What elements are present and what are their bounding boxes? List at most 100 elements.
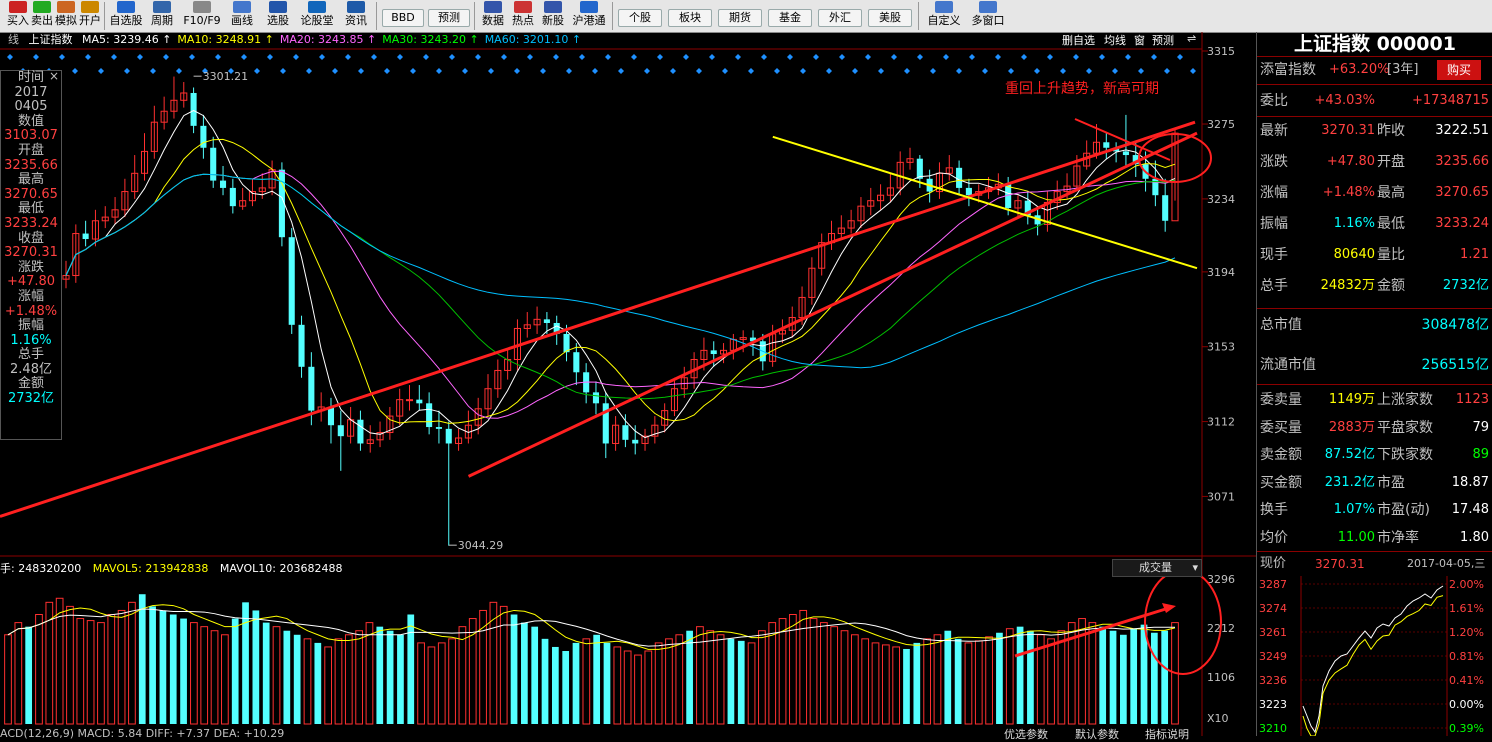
volume-bar <box>324 646 333 725</box>
volume-bar <box>407 614 415 724</box>
marker-diamond <box>891 54 897 60</box>
marker-diamond <box>1060 68 1066 74</box>
candle-body <box>1122 151 1129 156</box>
stat-row: 买金额 231.2亿 市盈 18.87 <box>1257 469 1492 497</box>
market-cap-label: 总市值 <box>1260 317 1302 333</box>
intraday-pct-label: 2.00% <box>1449 578 1484 591</box>
side-info-21: 金额 <box>17 376 44 392</box>
candle-body <box>82 233 89 240</box>
volume-bar <box>582 638 591 725</box>
quote-row: 总手 24832万 金额 2732亿 <box>1257 272 1492 300</box>
marker-diamond <box>371 54 377 60</box>
volume-bar <box>665 638 673 725</box>
buy-button[interactable]: 购买 <box>1437 60 1481 80</box>
intraday-y-label: 3274 <box>1259 602 1287 615</box>
candle-body <box>219 180 227 188</box>
tianfu-label: 添富指数 <box>1260 62 1316 78</box>
marker-diamond <box>215 54 221 60</box>
bottom-tab-1[interactable]: 默认参数 <box>1075 726 1119 742</box>
marker-diamond <box>1190 68 1196 74</box>
side-info-2: 0405 <box>14 99 48 115</box>
intraday-y-label: 3287 <box>1259 578 1287 591</box>
quote-value: 3270.31 <box>1321 123 1375 138</box>
candle-body <box>710 350 717 355</box>
stat-row: 委卖量 1149万 上涨家数 1123 <box>1257 386 1492 414</box>
marker-diamond <box>852 68 858 74</box>
stat-label: 委卖量 <box>1260 392 1302 408</box>
quote-label: 振幅 <box>1260 216 1288 232</box>
stat-value2: 18.87 <box>1451 474 1489 490</box>
volume-bar <box>562 651 570 724</box>
candle-body <box>337 425 344 437</box>
marker-diamond <box>163 54 169 60</box>
volume-bar <box>159 610 167 724</box>
volume-bar <box>334 638 343 725</box>
volume-bar <box>510 614 518 724</box>
volume-bar <box>820 622 828 725</box>
marker-diamond <box>930 68 936 74</box>
side-info-18: 1.16% <box>10 332 52 348</box>
bottom-tab-0[interactable]: 优选参数 <box>1004 726 1048 742</box>
stat-label2: 市盈 <box>1377 474 1405 491</box>
marker-diamond <box>33 54 39 60</box>
volume-bar <box>737 640 745 724</box>
volume-bar <box>623 650 632 725</box>
volume-bar <box>706 630 715 725</box>
chart-area: 3315 3275 3234 3194 3153 3112 3071 3301.21 3044.… <box>0 32 1256 736</box>
volume-bar <box>716 634 725 725</box>
side-info-12: 3270.31 <box>4 245 58 261</box>
volume-bar <box>850 634 859 725</box>
volume-bar <box>97 622 105 725</box>
volume-bar <box>923 638 931 725</box>
volume-bar <box>944 630 952 724</box>
marker-diamond <box>579 54 585 60</box>
marker-diamond <box>527 54 533 60</box>
volume-dropdown[interactable]: 成交量 ▾ <box>1112 559 1202 577</box>
volume-bar <box>996 632 1003 724</box>
volume-bar <box>1120 634 1127 724</box>
marker-diamond <box>319 54 325 60</box>
quote-label: 总手 <box>1260 278 1288 294</box>
candle-body <box>1162 195 1169 221</box>
quote-label2: 金额 <box>1377 278 1405 294</box>
stat-value: 2883万 <box>1328 419 1375 435</box>
marker-diamond <box>150 68 156 74</box>
annotation-text: 重回上升趋势，新高可期 <box>1005 81 1159 97</box>
candle-body <box>210 147 217 181</box>
marker-diamond <box>722 68 728 74</box>
quote-label2: 最高 <box>1377 185 1405 201</box>
intraday-pct-label: 0.41% <box>1449 674 1484 687</box>
marker-diamond <box>488 68 494 74</box>
volume-bar <box>1099 626 1107 724</box>
volume-bar <box>903 648 910 724</box>
stat-value: 1149万 <box>1328 392 1375 407</box>
side-info-9: 最低 <box>17 201 44 217</box>
extreme-label: 3044.29 <box>458 539 504 552</box>
stat-value2: 79 <box>1472 419 1489 435</box>
marker-diamond <box>800 68 806 74</box>
stat-label: 卖金额 <box>1260 447 1302 463</box>
marker-diamond <box>1099 54 1105 60</box>
volume-bar <box>397 634 404 724</box>
marker-diamond <box>462 68 468 74</box>
volume-bar <box>169 614 177 724</box>
quote-row: 现手 80640 量比 1.21 <box>1257 241 1492 269</box>
volume-bar <box>747 642 756 725</box>
volume-bar <box>66 605 74 725</box>
y-tick-label: 3071 <box>1207 490 1235 503</box>
volume-bar <box>964 642 973 725</box>
candle-body <box>190 92 197 126</box>
quote-value2: 1.21 <box>1460 247 1489 262</box>
marker-diamond <box>189 54 195 60</box>
quote-row: 涨跌 +47.80 开盘 3235.66 <box>1257 148 1492 176</box>
volume-bar <box>272 626 281 725</box>
quote-label2: 最低 <box>1377 216 1405 232</box>
intraday-pct-label: 0.81% <box>1449 650 1484 663</box>
marker-diamond <box>904 68 910 74</box>
bottom-tab-2[interactable]: 指标说明 <box>1145 726 1189 742</box>
marker-diamond <box>748 68 754 74</box>
marker-diamond <box>644 68 650 74</box>
volume-bar <box>252 610 260 724</box>
market-cap-value: 308478亿 <box>1421 317 1489 333</box>
close-icon[interactable]: × <box>49 69 59 84</box>
